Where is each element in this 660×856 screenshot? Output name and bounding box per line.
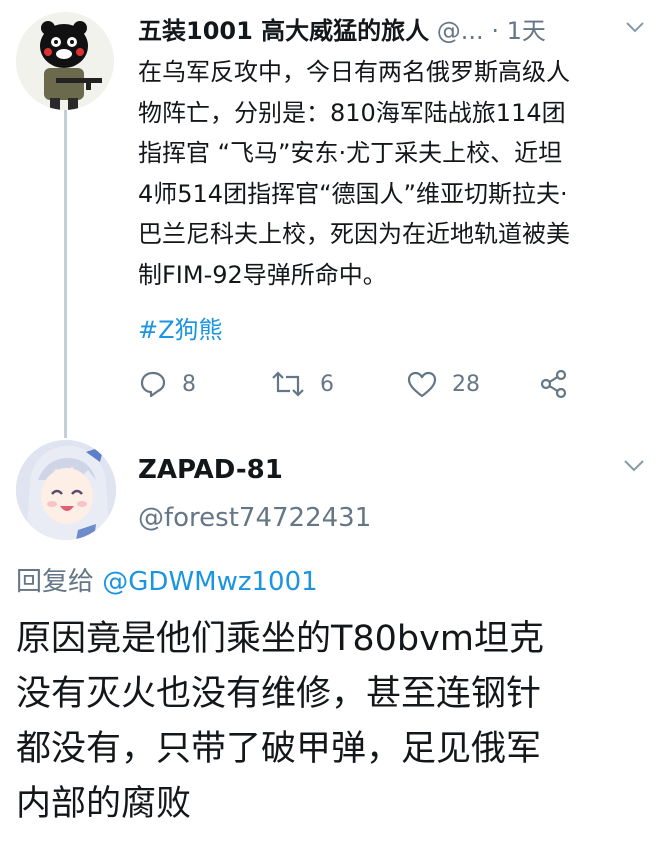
handle[interactable]: @forest74722431 [138,500,371,536]
tweet-text: 在乌军反攻中，今日有两名俄罗斯高级人 物阵亡，分别是：810海军陆战旅114团 … [138,52,638,295]
like-count: 28 [452,371,480,397]
display-name[interactable]: 五装1001 高大威猛的旅人 [138,17,429,45]
anime-girl-avatar-icon [16,440,116,540]
display-name[interactable]: ZAPAD-81 [138,452,283,488]
chevron-down-icon [626,22,644,33]
tweet-menu-chevron-icon[interactable] [624,16,646,38]
tweet-text-line: 制FIM-92导弹所命中。 [138,260,387,289]
tweet-header: 五装1001 高大威猛的旅人 @... · 1天 [138,12,648,50]
reply-icon [140,371,166,398]
hashtag-link[interactable]: #Z狗熊 [138,310,223,350]
tweet-text-line: 没有灭火也没有维修，甚至连钢针 [16,674,542,714]
kumamon-avatar-icon [16,12,114,110]
heart-icon [407,371,437,398]
tweet-text: 原因竟是他们乘坐的T80bvm坦克 没有灭火也没有维修，甚至连钢针 都没有，只带… [16,612,646,832]
handle-and-time: @... · 1天 [436,17,546,45]
tweet-text-line: 内部的腐败 [16,784,192,824]
retweet-count: 6 [320,371,334,397]
tweet-menu-chevron-icon[interactable] [622,456,646,476]
tweet-text-line: 巴兰尼科夫上校，死因为在近地轨道被美 [138,220,570,248]
tweet-actions: 8 6 28 [138,362,638,406]
tweet-text-line: 4师514团指挥官“德国人”维亚切斯拉夫· [138,179,568,208]
reply-to-line: 回复给 @GDWMwz1001 [16,564,318,600]
reply-to-mention-link[interactable]: @GDWMwz1001 [102,567,317,597]
reply-to-prefix: 回复给 [16,567,95,597]
chevron-down-icon [624,460,644,472]
reply-count: 8 [182,371,196,397]
retweet-button[interactable]: 6 [270,362,334,406]
tweet-text-line: 指挥官 “飞马”安东·尤丁采夫上校、近坦 [138,139,563,167]
tweet-text-line: 物阵亡，分别是：810海军陆战旅114团 [138,98,566,127]
avatar[interactable] [16,12,114,110]
retweet-icon [272,371,304,397]
tweet-text-line: 原因竟是他们乘坐的T80bvm坦克 [16,619,544,659]
share-icon [540,369,567,399]
tweet-text-line: 在乌军反攻中，今日有两名俄罗斯高级人 [138,58,570,86]
tweet-text-line: 都没有，只带了破甲弹，足见俄军 [16,729,542,769]
avatar[interactable] [16,440,116,540]
reply-button[interactable]: 8 [138,362,196,406]
like-button[interactable]: 28 [406,362,480,406]
share-button[interactable] [538,362,584,406]
thread-connector-line [64,108,67,438]
